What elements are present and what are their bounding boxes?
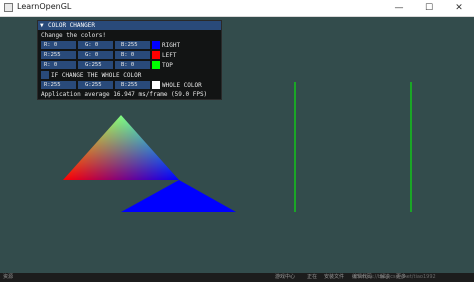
fps-readout: Application average 16.947 ms/frame (59.… — [41, 91, 208, 98]
left-g-field[interactable]: G: 0 — [78, 51, 113, 59]
title-bar[interactable]: LearnOpenGL — ☐ ✕ — [0, 0, 474, 17]
taskbar: 资源 游戏中心 正在 安装文件 编辑代码 解决 更多 https://blog.… — [0, 273, 474, 282]
left-color-swatch[interactable] — [152, 51, 160, 59]
whole-b-field[interactable]: B:255 — [115, 81, 150, 89]
whole-color-swatch[interactable] — [152, 81, 160, 89]
top-b-field[interactable]: B: 0 — [115, 61, 150, 69]
watermark-text: https://blog.csdn.net/tiao1992 — [360, 274, 436, 280]
taskbar-item[interactable]: 游戏中心 — [275, 274, 295, 281]
top-label: TOP — [162, 62, 173, 69]
app-window: LearnOpenGL — ☐ ✕ ▼ COLOR CHANGER Change… — [0, 0, 474, 282]
panel-title: COLOR CHANGER — [48, 22, 95, 29]
left-b-field[interactable]: B: 0 — [115, 51, 150, 59]
minimize-button[interactable]: — — [384, 0, 414, 16]
top-color-swatch[interactable] — [152, 61, 160, 69]
taskbar-left-text: 资源 — [3, 274, 14, 280]
left-r-field[interactable]: R:255 — [41, 51, 76, 59]
right-color-swatch[interactable] — [152, 41, 160, 49]
right-g-field[interactable]: G: 0 — [78, 41, 113, 49]
panel-header[interactable]: ▼ COLOR CHANGER — [38, 21, 221, 30]
whole-color-label: WHOLE COLOR — [162, 82, 202, 89]
blue-triangle — [121, 180, 236, 212]
window-title: LearnOpenGL — [17, 2, 72, 11]
whole-r-field[interactable]: R:255 — [41, 81, 76, 89]
whole-color-checkbox[interactable] — [41, 71, 49, 79]
rgb-triangle-green-blend — [63, 115, 179, 180]
whole-g-field[interactable]: G:255 — [78, 81, 113, 89]
app-icon — [4, 3, 13, 12]
color-changer-panel: ▼ COLOR CHANGER Change the colors! R: 0 … — [37, 20, 222, 100]
top-r-field[interactable]: R: 0 — [41, 61, 76, 69]
right-r-field[interactable]: R: 0 — [41, 41, 76, 49]
close-button[interactable]: ✕ — [444, 0, 474, 16]
opengl-canvas[interactable]: ▼ COLOR CHANGER Change the colors! R: 0 … — [0, 17, 474, 273]
taskbar-item[interactable]: 正在 — [307, 274, 317, 281]
right-b-field[interactable]: B:255 — [115, 41, 150, 49]
right-label: RIGHT — [162, 42, 181, 49]
panel-prompt: Change the colors! — [41, 32, 107, 39]
collapse-arrow-icon[interactable]: ▼ — [40, 22, 44, 29]
taskbar-item[interactable]: 安装文件 — [324, 274, 344, 281]
top-g-field[interactable]: G:255 — [78, 61, 113, 69]
maximize-button[interactable]: ☐ — [414, 0, 444, 16]
whole-color-checkbox-label: IF CHANGE THE WHOLE COLOR — [51, 72, 142, 79]
left-label: LEFT — [162, 52, 177, 59]
